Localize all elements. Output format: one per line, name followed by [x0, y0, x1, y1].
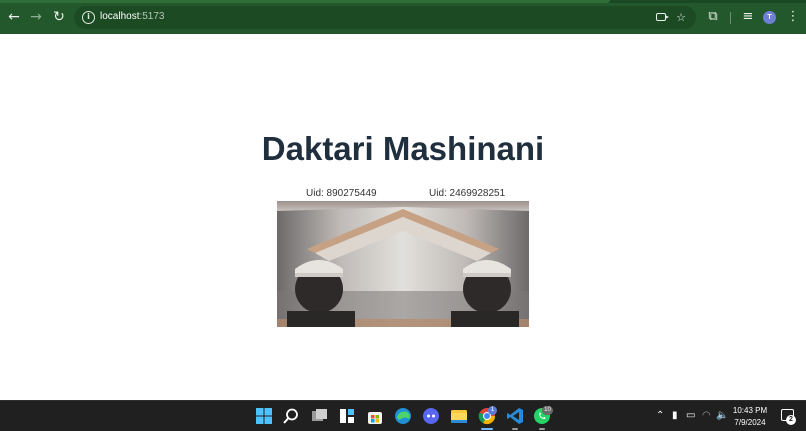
vscode-icon[interactable] — [506, 407, 524, 425]
clock-time: 10:43 PM — [732, 406, 768, 415]
clock-date: 7/9/2024 — [734, 418, 766, 427]
wifi-icon[interactable]: ◠ — [702, 410, 711, 422]
page-content: Daktari Mashinani Uid: 890275449 Uid: 24… — [0, 34, 806, 400]
battery-icon[interactable]: ▭ — [686, 410, 695, 422]
bookmark-star-icon[interactable]: ☆ — [675, 12, 687, 24]
edge-icon[interactable] — [394, 407, 412, 425]
reload-icon[interactable]: ↻ — [51, 9, 67, 25]
forward-arrow-icon[interactable]: → — [28, 9, 44, 25]
show-hidden-icons-chevron-icon[interactable]: ⌃ — [656, 410, 664, 422]
browser-toolbar: ← → ↻ i localhost:5173 ☆ ⧉ ≡ T ⋮ — [0, 0, 806, 34]
profile-avatar[interactable]: T — [763, 11, 776, 24]
start-icon[interactable] — [255, 407, 273, 425]
system-clock[interactable]: 10:43 PM 7/9/2024 — [726, 405, 774, 429]
address-bar[interactable]: i localhost:5173 ☆ — [74, 6, 696, 29]
search-icon[interactable] — [282, 407, 300, 425]
microsoft-store-icon[interactable] — [366, 407, 384, 425]
file-explorer-icon[interactable] — [450, 407, 468, 425]
more-menu-icon[interactable]: ⋮ — [785, 9, 801, 25]
back-arrow-icon[interactable]: ← — [6, 9, 22, 25]
whatsapp-badge: 10 — [542, 406, 553, 415]
vscode-running-indicator — [512, 428, 518, 430]
extensions-puzzle-icon[interactable]: ⧉ — [705, 9, 721, 25]
task-view-icon[interactable] — [310, 407, 328, 425]
media-control-icon[interactable]: ≡ — [740, 9, 756, 25]
page-title: Daktari Mashinani — [261, 130, 545, 167]
site-info-icon[interactable]: i — [82, 11, 95, 24]
chrome-running-indicator — [481, 428, 493, 430]
active-tab-edge[interactable] — [0, 0, 610, 3]
chrome-badge: 1 — [488, 406, 497, 415]
usb-device-icon[interactable]: ▮ — [672, 410, 678, 422]
camera-in-use-icon[interactable] — [656, 13, 669, 21]
whatsapp-running-indicator — [539, 428, 545, 430]
windows-taskbar: 1 10 ⌃ ▮ ▭ ◠ 🔈 10:43 PM 7/9/2024 2 — [0, 400, 806, 431]
widgets-icon[interactable] — [338, 407, 356, 425]
url-port: :5173 — [139, 11, 165, 22]
discord-icon[interactable] — [422, 407, 440, 425]
local-uid-label: Uid: 890275449 — [306, 188, 377, 199]
toolbar-divider — [730, 12, 731, 24]
remote-uid-label: Uid: 2469928251 — [429, 188, 506, 199]
notification-count-badge: 2 — [786, 415, 796, 425]
url-host: localhost — [100, 11, 140, 22]
url-text[interactable]: localhost:5173 — [100, 11, 165, 22]
video-feed — [277, 201, 529, 327]
video-frame — [277, 201, 529, 327]
